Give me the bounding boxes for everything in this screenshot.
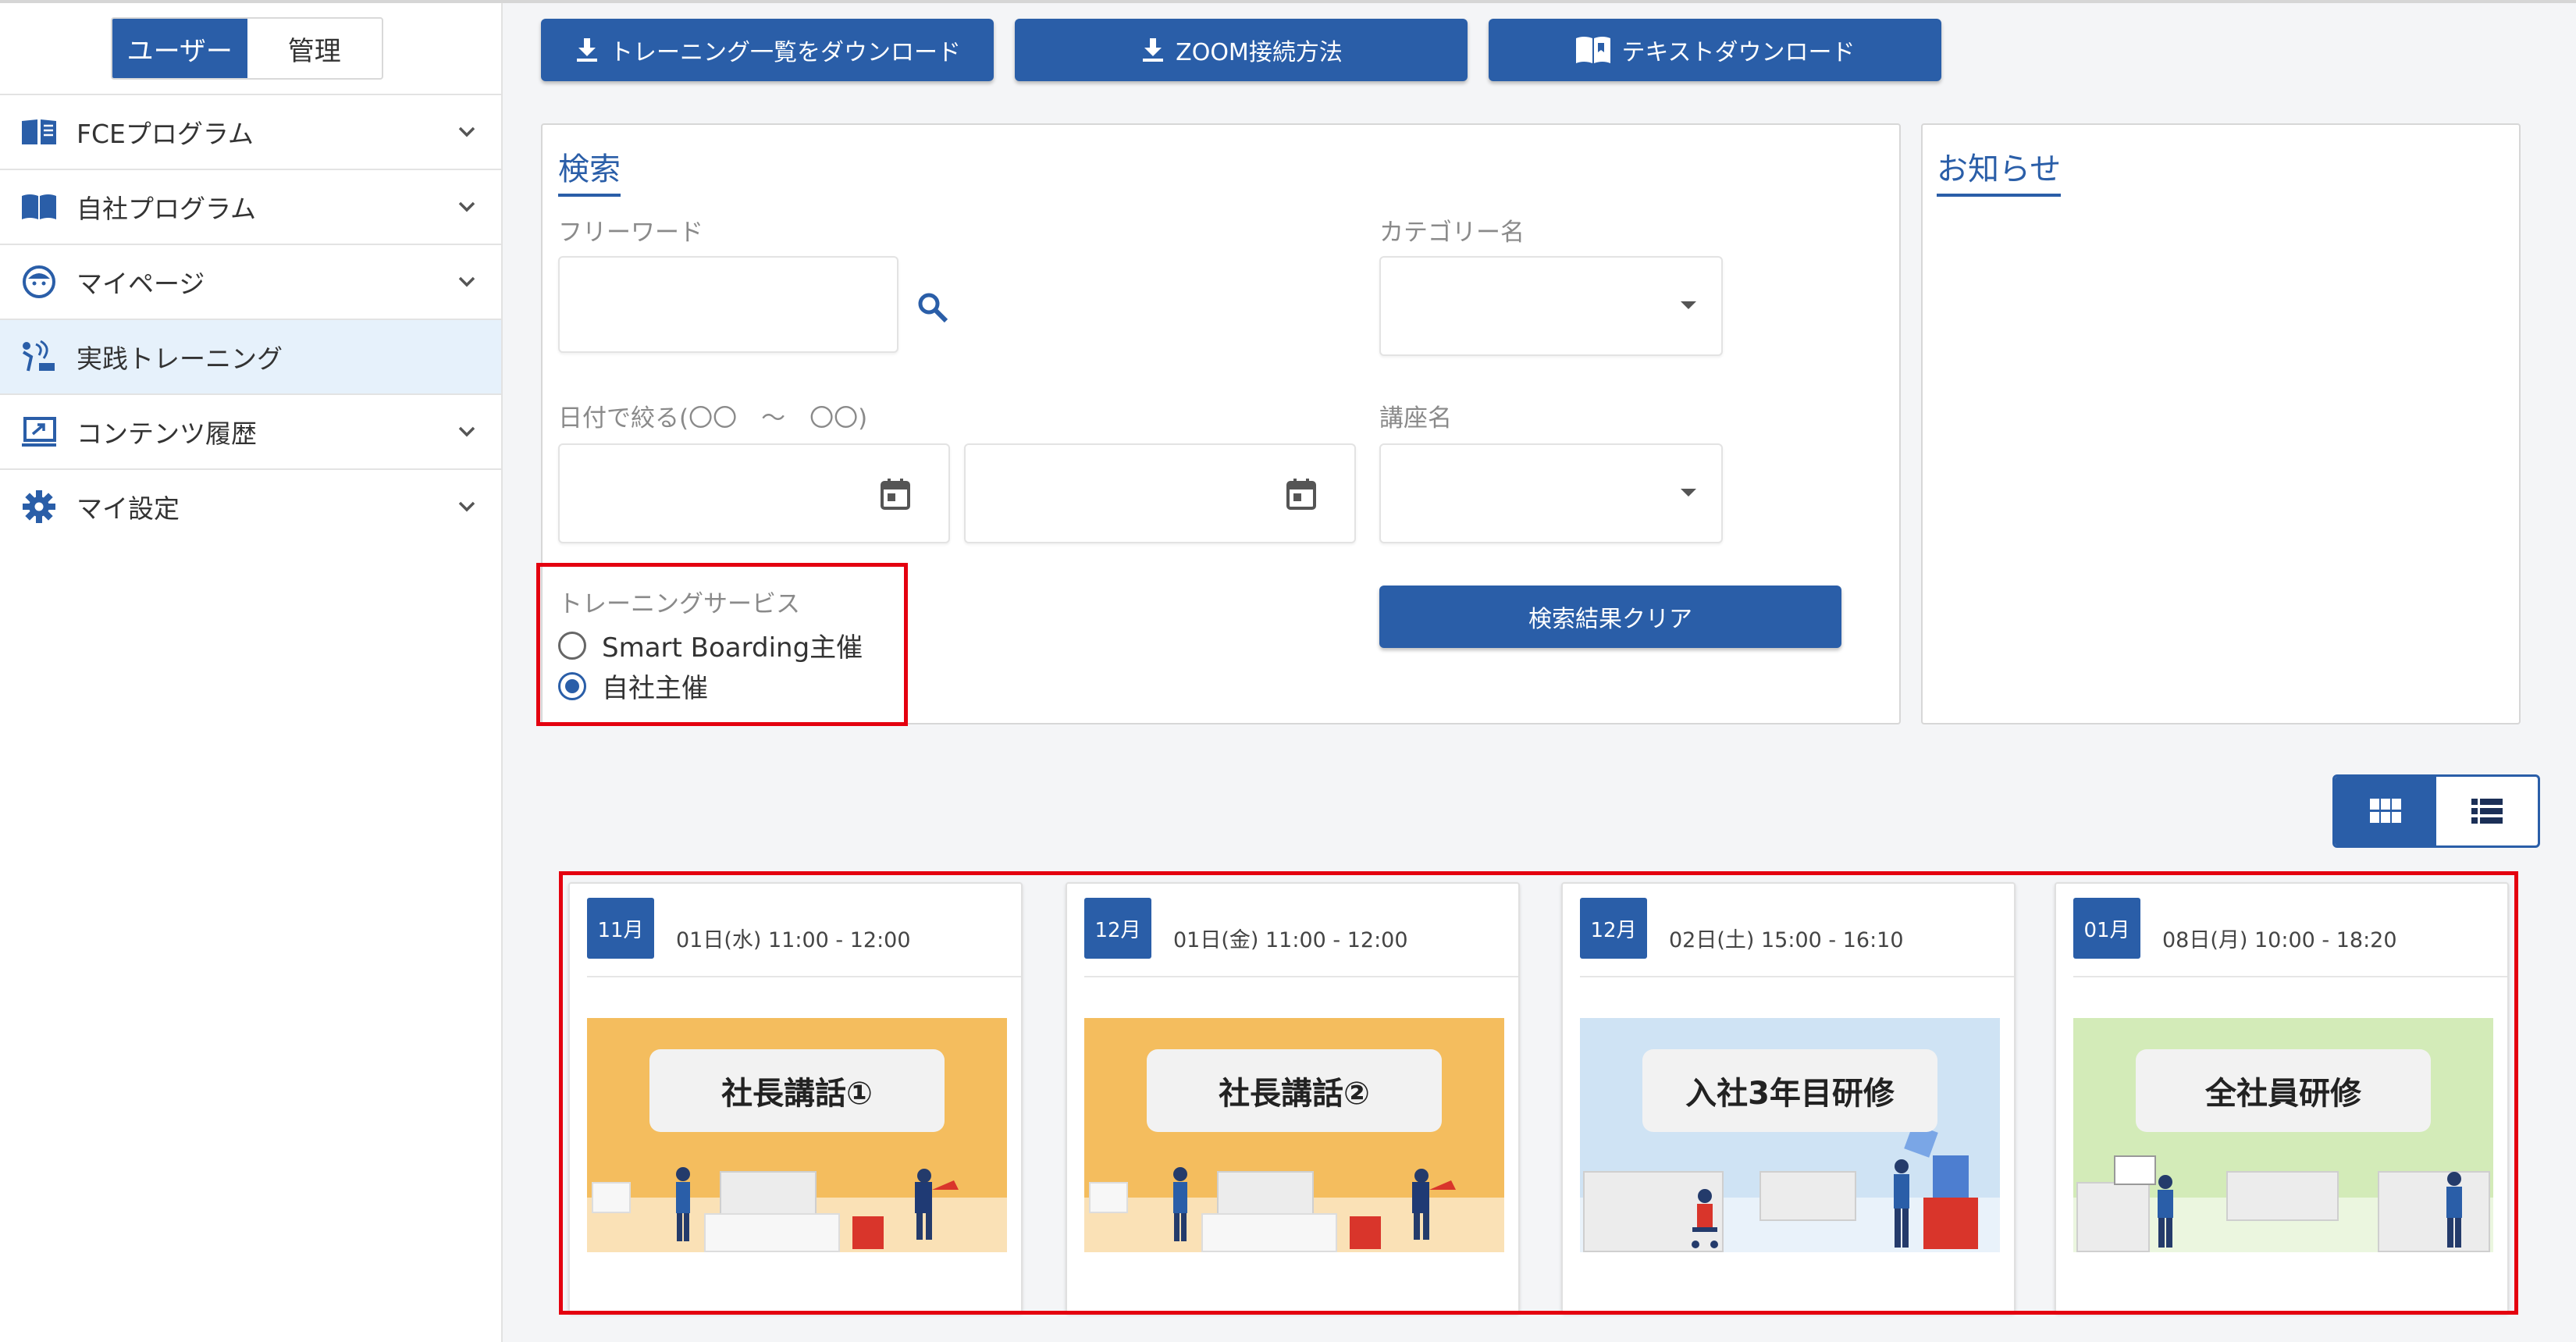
chevron-down-icon [458,126,475,137]
date-to-input[interactable] [964,443,1356,543]
calendar-icon[interactable] [1286,478,1317,511]
calendar-icon[interactable] [880,478,911,511]
category-select[interactable] [1379,256,1723,356]
book-open-icon [1576,37,1611,63]
notice-panel: お知らせ [1921,123,2521,724]
sidebar-item-label: コンテンツ履歴 [76,418,257,449]
course-select[interactable] [1379,443,1723,543]
date-filter-label: 日付で絞る(〇〇 ～ 〇〇) [558,404,868,433]
notice-title: お知らせ [1937,144,2062,197]
grid-icon [2370,799,2401,823]
highlight-box [536,563,908,726]
download-training-list-button[interactable]: トレーニング一覧をダウンロード [541,19,994,81]
chevron-down-icon [458,201,475,212]
text-download-button[interactable]: テキストダウンロード [1489,19,1941,81]
role-toggle: ユーザー 管理 [111,17,383,80]
chevron-down-icon [1681,489,1696,497]
role-admin-tab[interactable]: 管理 [247,19,382,78]
search-title: 検索 [558,144,621,197]
sidebar-item-content-history[interactable]: コンテンツ履歴 [0,393,501,468]
zoom-howto-label: ZOOM接続方法 [1176,39,1343,66]
sidebar-item-mypage[interactable]: マイページ [0,244,501,319]
course-label: 講座名 [1379,404,1452,433]
view-toggle [2332,774,2540,848]
sidebar-item-my-settings[interactable]: マイ設定 [0,468,501,543]
category-label: カテゴリー名 [1379,219,1525,247]
download-icon [1143,38,1164,62]
sidebar-menu: FCEプログラム 自社プログラム マイページ 実践トレーニング コンテンツ履歴 … [0,94,501,543]
gear-icon [20,488,58,525]
sidebar-item-label: FCEプログラム [76,119,254,149]
sidebar-item-label: マイページ [76,269,205,299]
grid-view-button[interactable] [2335,777,2436,845]
history-icon [20,413,58,450]
sidebar-item-label: 自社プログラム [76,194,257,224]
list-icon [2471,799,2503,824]
download-training-list-label: トレーニング一覧をダウンロード [610,39,961,66]
role-user-tab[interactable]: ユーザー [112,19,247,78]
list-view-button[interactable] [2436,777,2538,845]
zoom-howto-button[interactable]: ZOOM接続方法 [1015,19,1468,81]
search-icon[interactable] [916,290,950,325]
highlight-box [559,871,2518,1315]
chevron-down-icon [1681,301,1696,309]
book-icon [20,188,58,226]
sidebar-item-own-program[interactable]: 自社プログラム [0,169,501,244]
sidebar-item-practical-training[interactable]: 実践トレーニング [0,319,501,393]
book-open-icon [20,113,58,151]
sidebar: ユーザー 管理 FCEプログラム 自社プログラム マイページ 実践トレーニング … [0,3,503,1342]
chevron-down-icon [458,276,475,287]
chevron-down-icon [458,426,475,437]
download-icon [577,38,597,62]
training-icon [20,338,58,376]
face-icon [20,263,58,301]
date-from-input[interactable] [558,443,950,543]
freeword-input[interactable] [558,256,898,353]
freeword-label: フリーワード [558,219,703,247]
clear-search-button[interactable]: 検索結果クリア [1379,586,1841,648]
chevron-down-icon [458,501,475,512]
sidebar-item-label: マイ設定 [76,493,180,524]
text-download-label: テキストダウンロード [1621,39,1856,66]
sidebar-item-label: 実践トレーニング [76,344,283,374]
sidebar-item-fce-program[interactable]: FCEプログラム [0,94,501,169]
